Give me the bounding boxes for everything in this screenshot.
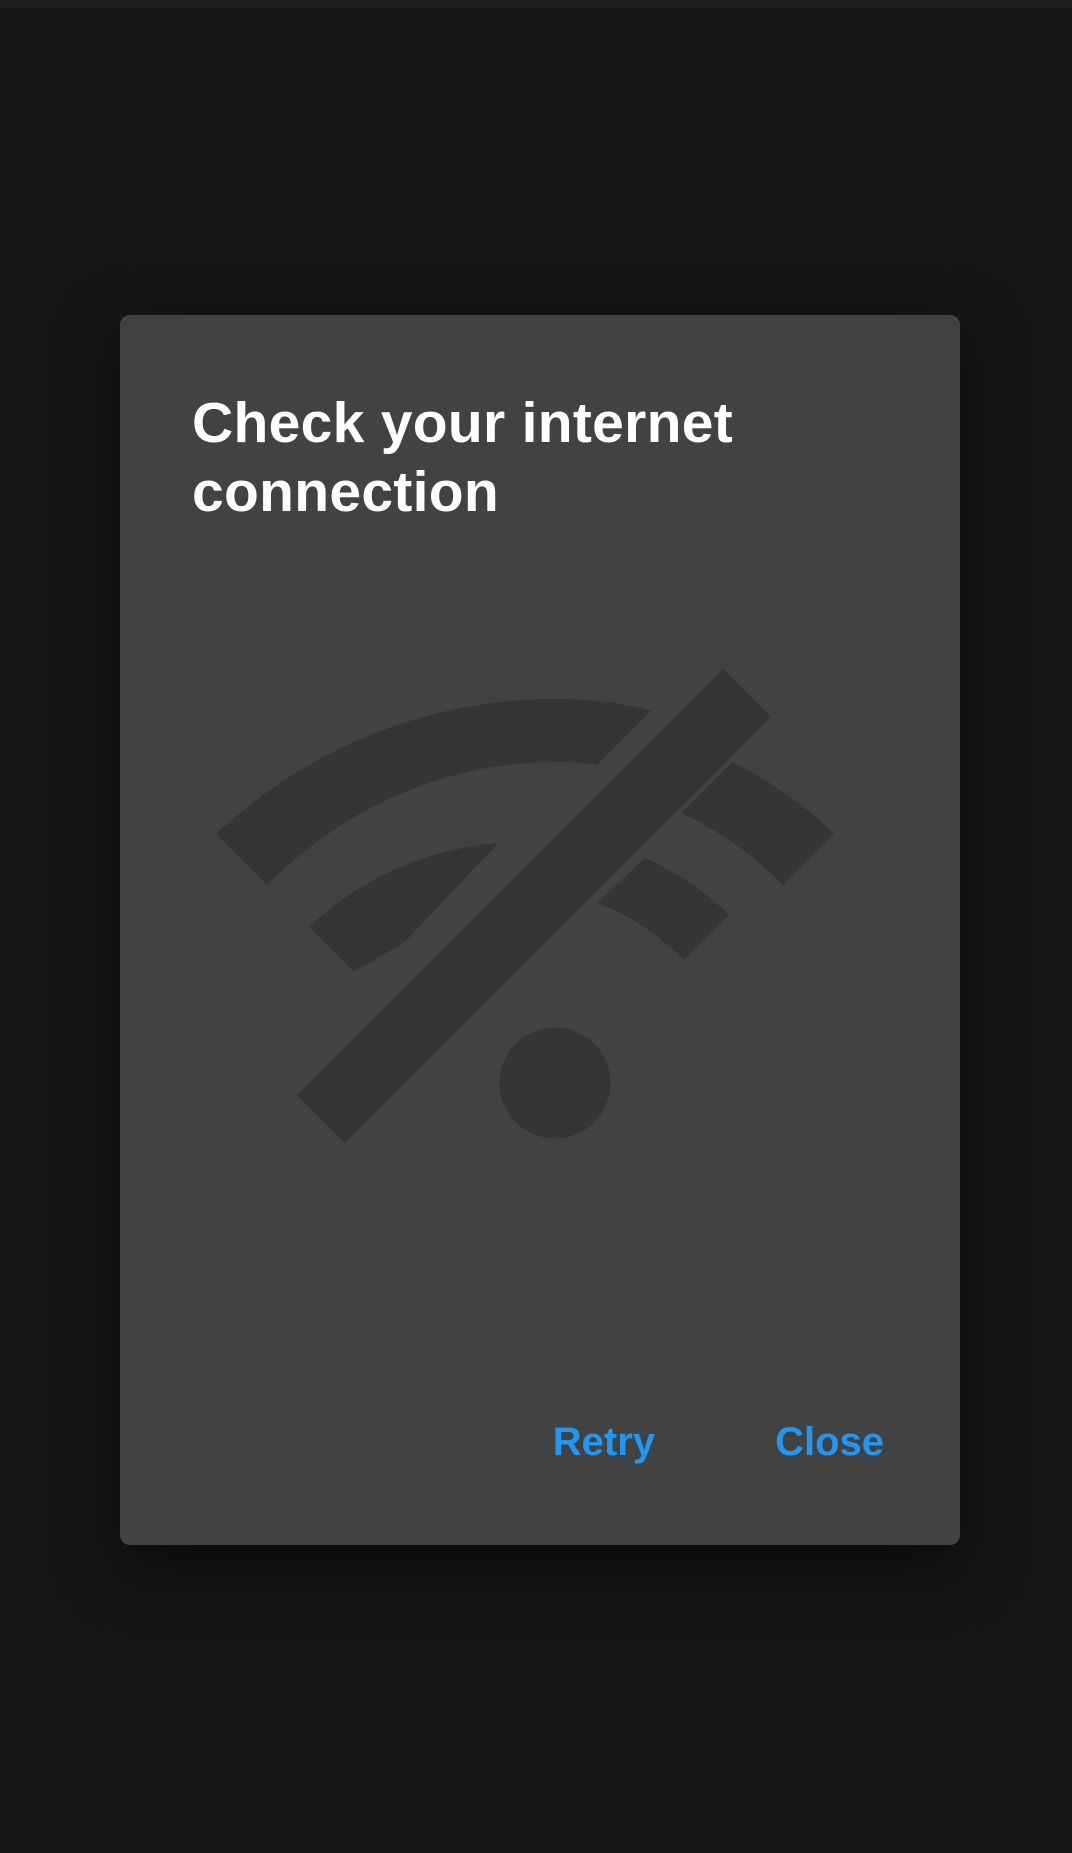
- status-bar: [0, 0, 1072, 8]
- connection-error-dialog: Check your internet connection Retry Clo…: [120, 315, 960, 1545]
- dialog-actions: Retry Close: [443, 1410, 894, 1475]
- retry-button[interactable]: Retry: [543, 1410, 665, 1475]
- wifi-off-icon: [216, 669, 834, 1143]
- close-button[interactable]: Close: [765, 1410, 894, 1475]
- dialog-title: Check your internet connection: [192, 391, 733, 524]
